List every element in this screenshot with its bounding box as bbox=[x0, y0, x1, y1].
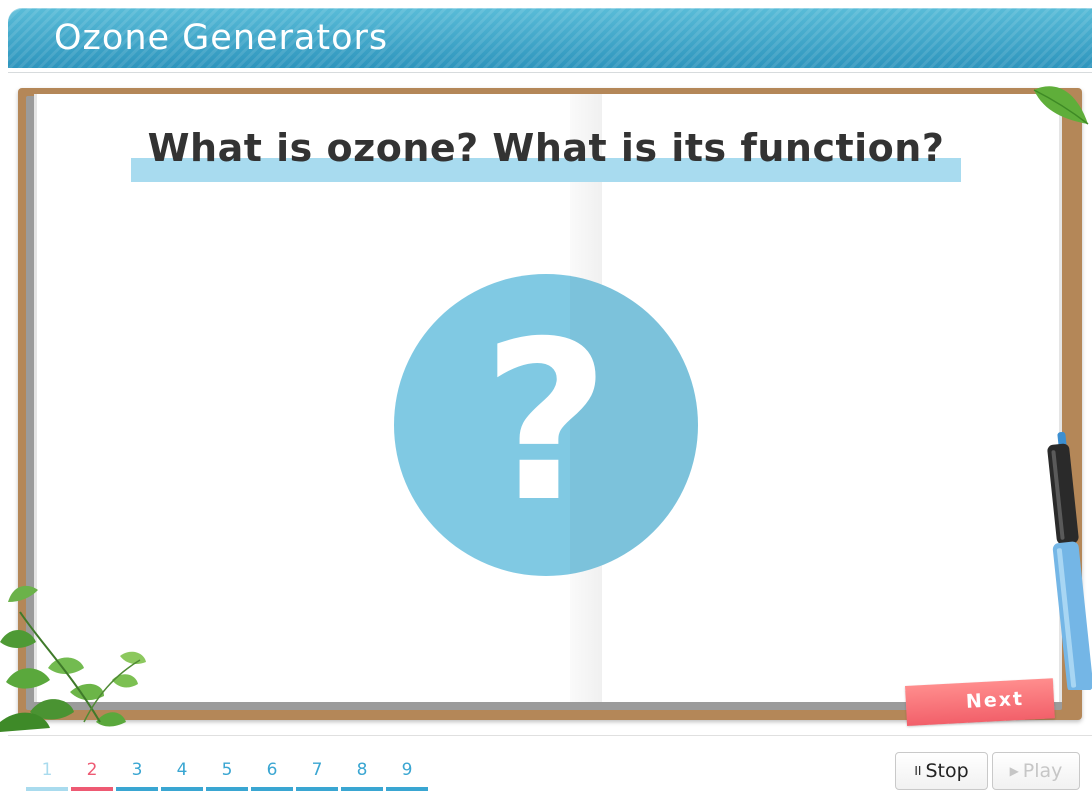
page-number: 7 bbox=[311, 760, 323, 780]
page-link-4[interactable]: 4 bbox=[161, 758, 203, 794]
page-indicator-bar bbox=[341, 787, 383, 791]
next-button-label: Next bbox=[965, 687, 1025, 713]
footer-divider bbox=[8, 735, 1092, 736]
header-title: Ozone Generators bbox=[54, 18, 389, 58]
page-indicator-bar bbox=[206, 787, 248, 791]
page-link-6[interactable]: 6 bbox=[251, 758, 293, 794]
slide-pagination: 1 2 3 4 5 6 7 8 9 bbox=[26, 758, 436, 794]
page-indicator-bar bbox=[26, 787, 68, 791]
page-link-5[interactable]: 5 bbox=[206, 758, 248, 794]
page-link-3[interactable]: 3 bbox=[116, 758, 158, 794]
page-number: 3 bbox=[131, 760, 143, 780]
page-number: 5 bbox=[221, 760, 233, 780]
page-link-1[interactable]: 1 bbox=[26, 758, 68, 794]
question-title: What is ozone? What is its function? bbox=[147, 126, 945, 170]
page-number: 1 bbox=[41, 760, 53, 780]
page-link-2[interactable]: 2 bbox=[71, 758, 113, 794]
page-number: 2 bbox=[86, 760, 98, 780]
play-icon: ▶ bbox=[1009, 764, 1019, 778]
page-indicator-bar bbox=[116, 787, 158, 791]
leaf-icon bbox=[1033, 86, 1089, 125]
page-indicator-bar bbox=[296, 787, 338, 791]
stop-button[interactable]: II Stop bbox=[895, 752, 988, 790]
page-indicator-bar bbox=[71, 787, 113, 791]
page-number: 8 bbox=[356, 760, 368, 780]
question-mark-icon: ? bbox=[394, 274, 698, 576]
page-link-8[interactable]: 8 bbox=[341, 758, 383, 794]
page-number: 6 bbox=[266, 760, 278, 780]
page-indicator-bar bbox=[251, 787, 293, 791]
stop-button-label: Stop bbox=[925, 760, 969, 782]
plant-icon bbox=[0, 585, 146, 732]
page-indicator-bar bbox=[161, 787, 203, 791]
header-divider bbox=[8, 72, 1092, 73]
next-button[interactable]: Next bbox=[905, 678, 1055, 726]
page-number: 9 bbox=[401, 760, 413, 780]
header-bar: Ozone Generators bbox=[8, 8, 1092, 68]
page-link-9[interactable]: 9 bbox=[386, 758, 428, 794]
pause-icon: II bbox=[914, 764, 922, 778]
page-indicator-bar bbox=[386, 787, 428, 791]
page-number: 4 bbox=[176, 760, 188, 780]
play-button[interactable]: ▶ Play bbox=[992, 752, 1080, 790]
marker-pen-icon bbox=[1047, 431, 1092, 690]
page-link-7[interactable]: 7 bbox=[296, 758, 338, 794]
question-mark-glyph: ? bbox=[482, 294, 610, 550]
play-button-label: Play bbox=[1022, 760, 1063, 782]
